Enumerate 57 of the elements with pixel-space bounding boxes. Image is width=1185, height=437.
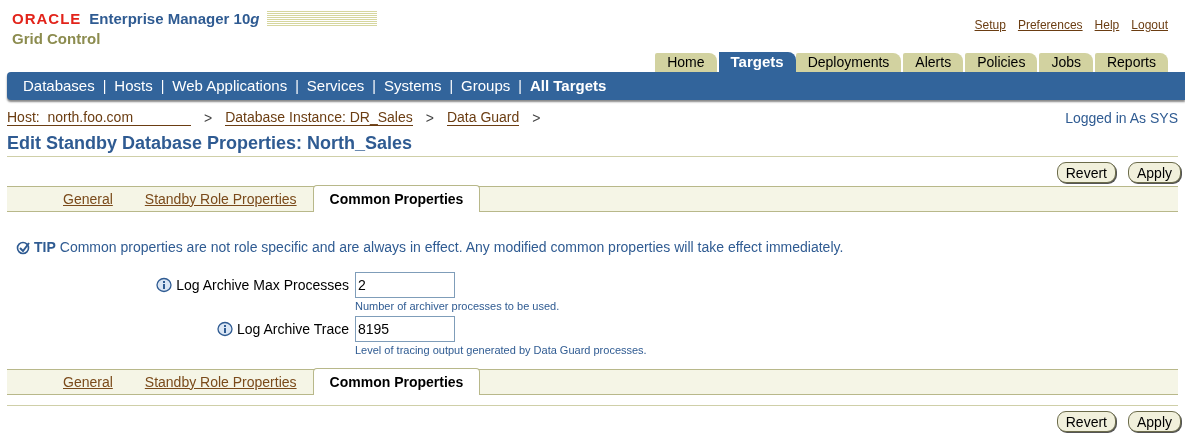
- breadcrumb-link[interactable]: Database Instance: DR_Sales: [225, 110, 413, 126]
- global-link[interactable]: Preferences: [1017, 16, 1083, 52]
- action-button[interactable]: Apply: [1127, 411, 1181, 432]
- info-icon: [214, 321, 233, 337]
- action-button[interactable]: Revert: [1056, 411, 1116, 432]
- logged-in-text: Logged in As SYS: [1065, 108, 1178, 128]
- tip-label: TIP: [34, 238, 56, 257]
- nav-tab[interactable]: Deployments: [795, 53, 902, 72]
- separator: |: [449, 76, 454, 96]
- input-field[interactable]: 8195: [355, 316, 455, 342]
- field-label: Log Archive Max Processes: [176, 275, 349, 295]
- breadcrumb-link[interactable]: Data Guard: [446, 110, 520, 126]
- sub-tab[interactable]: Common Properties: [312, 185, 481, 212]
- subnav-link[interactable]: Services: [306, 74, 365, 98]
- global-link[interactable]: Setup: [974, 16, 1006, 52]
- separator: |: [102, 76, 107, 96]
- subnav-link[interactable]: Groups: [461, 74, 511, 98]
- subnav-link[interactable]: Databases: [23, 74, 95, 98]
- input-field[interactable]: 2: [355, 272, 455, 298]
- tip-text: Common properties are not role specific and are always in effect. Any modified common properties will take effect immediately.: [59, 238, 844, 257]
- separator: |: [518, 76, 522, 96]
- breadcrumb-separator: >: [204, 108, 213, 128]
- nav-tab[interactable]: Alerts: [903, 53, 964, 72]
- brand-logo: ORACLE: [12, 9, 82, 29]
- action-button[interactable]: Revert: [1056, 162, 1116, 183]
- separator: |: [295, 76, 299, 96]
- subnav-link[interactable]: All Targets: [529, 74, 607, 98]
- check-icon: [16, 240, 30, 255]
- info-icon: [154, 277, 173, 293]
- stripes-icon: [267, 11, 378, 28]
- separator: |: [372, 76, 376, 96]
- nav-tab[interactable]: Targets: [718, 52, 796, 72]
- subnav-link[interactable]: Systems: [383, 74, 442, 98]
- field-label: Log Archive Trace: [236, 319, 349, 339]
- product-name: Enterprise Manager 10g: [89, 9, 260, 29]
- field-hint: Level of tracing output generated by Data Guard processes.: [355, 343, 648, 358]
- field-hint: Number of archiver processes to be used.: [355, 299, 561, 314]
- separator: |: [160, 76, 165, 96]
- breadcrumb-link[interactable]: Host: north.foo.com: [7, 110, 191, 126]
- sub-tab[interactable]: Common Properties: [312, 368, 481, 395]
- sub-tab[interactable]: General: [47, 370, 129, 394]
- breadcrumb-separator: >: [425, 108, 434, 128]
- sub-tab[interactable]: Standby Role Properties: [128, 370, 313, 394]
- page-title: Edit Standby Database Properties: North_Sales: [6, 132, 414, 154]
- global-link[interactable]: Logout: [1131, 16, 1168, 52]
- nav-tab[interactable]: Home: [655, 53, 717, 72]
- subnav-link[interactable]: Hosts: [114, 74, 153, 98]
- product-subtitle: Grid Control: [12, 30, 102, 47]
- nav-tab[interactable]: Reports: [1094, 53, 1168, 72]
- sub-tab[interactable]: General: [47, 187, 129, 211]
- breadcrumb-separator: >: [532, 108, 541, 128]
- global-link[interactable]: Help: [1094, 16, 1120, 52]
- subnav-link[interactable]: Web Applications: [172, 74, 288, 98]
- action-button[interactable]: Apply: [1127, 162, 1181, 183]
- nav-tab[interactable]: Policies: [965, 53, 1038, 72]
- nav-tab[interactable]: Jobs: [1039, 53, 1093, 72]
- sub-tab[interactable]: Standby Role Properties: [128, 187, 313, 211]
